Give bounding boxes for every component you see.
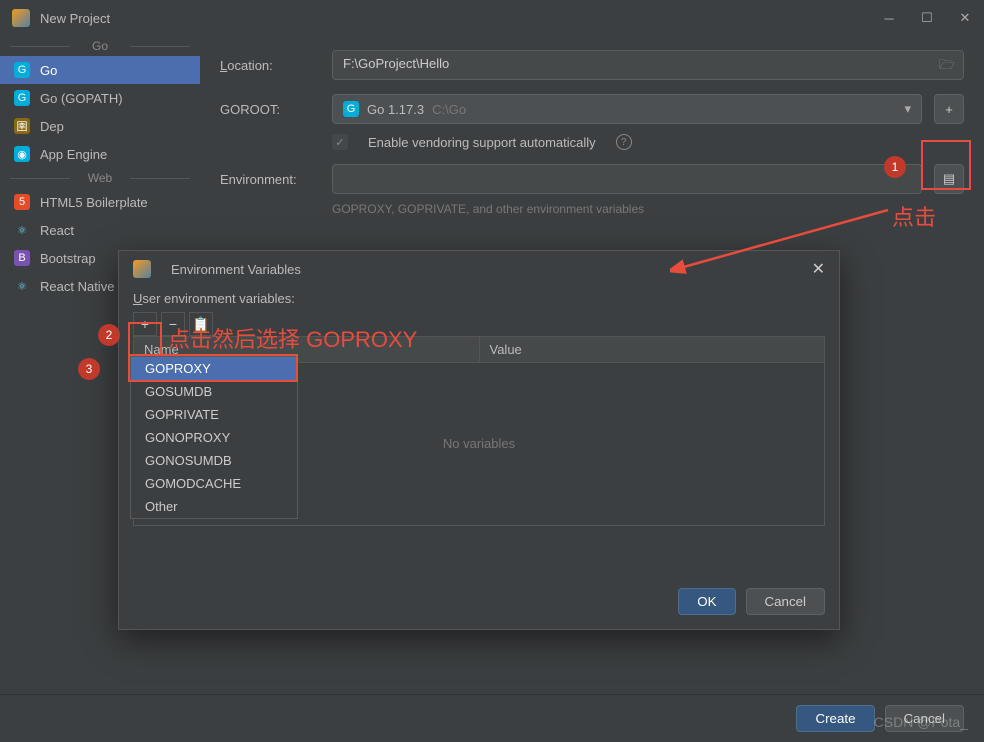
goroot-label: GOROOT:: [220, 102, 320, 117]
folder-icon[interactable]: 🗁: [939, 56, 955, 78]
sidebar-item-label: React: [40, 223, 74, 238]
environment-label: Environment:: [220, 172, 320, 187]
annotation-arrow: [670, 198, 910, 278]
bootstrap-icon: B: [14, 250, 30, 266]
goroot-dropdown[interactable]: G Go 1.17.3 C:\Go: [332, 94, 922, 124]
annotation-text-1: 点击: [892, 200, 936, 232]
sidebar-item-go[interactable]: G Go: [0, 56, 200, 84]
help-icon[interactable]: ?: [616, 134, 632, 150]
popup-item-gosumdb[interactable]: GOSUMDB: [131, 380, 297, 403]
sidebar-item-html5[interactable]: 5 HTML5 Boilerplate: [0, 188, 200, 216]
badge-1: 1: [884, 156, 906, 178]
maximize-button[interactable]: ☐: [920, 11, 934, 25]
sidebar-item-label: HTML5 Boilerplate: [40, 195, 148, 210]
create-button[interactable]: Create: [796, 705, 874, 732]
go-icon: G: [14, 90, 30, 106]
location-label: Location:: [220, 58, 320, 73]
watermark: CSDN @Pota_: [874, 714, 968, 730]
goroot-value: Go 1.17.3: [367, 102, 424, 117]
popup-item-other[interactable]: Other: [131, 495, 297, 518]
dialog-cancel-button[interactable]: Cancel: [746, 588, 826, 615]
annotation-text-2: 点击然后选择 GOPROXY: [168, 322, 417, 354]
sidebar-item-appengine[interactable]: ◉ App Engine: [0, 140, 200, 168]
sidebar-section-go: Go: [0, 36, 200, 56]
dep-icon: 圉: [14, 118, 30, 134]
location-value: F:\GoProject\Hello: [343, 56, 449, 71]
popup-item-goproxy[interactable]: GOPROXY: [131, 357, 297, 380]
react-icon: ⚛: [14, 278, 30, 294]
add-variable-button[interactable]: +: [133, 312, 157, 336]
go-icon: G: [14, 62, 30, 78]
popup-item-gonoproxy[interactable]: GONOPROXY: [131, 426, 297, 449]
react-icon: ⚛: [14, 222, 30, 238]
badge-2: 2: [98, 324, 120, 346]
sidebar-item-label: Bootstrap: [40, 251, 96, 266]
minimize-button[interactable]: ─: [882, 11, 896, 25]
sidebar-item-label: Dep: [40, 119, 64, 134]
app-icon: [133, 260, 151, 278]
env-variable-popup: GOPROXY GOSUMDB GOPRIVATE GONOPROXY GONO…: [130, 356, 298, 519]
sidebar-item-gopath[interactable]: G Go (GOPATH): [0, 84, 200, 112]
dialog-title: Environment Variables: [171, 262, 301, 277]
footer: Create Cancel: [0, 694, 984, 742]
go-icon: G: [343, 101, 359, 117]
col-value[interactable]: Value: [480, 337, 825, 362]
sidebar-item-label: React Native: [40, 279, 114, 294]
app-icon: [12, 9, 30, 27]
dialog-ok-button[interactable]: OK: [678, 588, 735, 615]
vendoring-checkbox[interactable]: ✓: [332, 134, 348, 150]
html5-icon: 5: [14, 194, 30, 210]
window-title: New Project: [40, 11, 882, 26]
titlebar: New Project ─ ☐ ✕: [0, 0, 984, 36]
environment-browse-button[interactable]: ▤: [934, 164, 964, 194]
popup-item-gomodcache[interactable]: GOMODCACHE: [131, 472, 297, 495]
popup-item-gonosumdb[interactable]: GONOSUMDB: [131, 449, 297, 472]
goroot-path: C:\Go: [432, 102, 466, 117]
add-goroot-button[interactable]: +: [934, 94, 964, 124]
vendoring-label: Enable vendoring support automatically: [368, 135, 596, 150]
sidebar-item-label: Go: [40, 63, 57, 78]
sidebar-item-react[interactable]: ⚛ React: [0, 216, 200, 244]
close-button[interactable]: ✕: [958, 11, 972, 25]
empty-text: No variables: [443, 436, 515, 451]
sidebar-section-web: Web: [0, 168, 200, 188]
sidebar-item-label: Go (GOPATH): [40, 91, 123, 106]
sidebar-item-label: App Engine: [40, 147, 107, 162]
popup-item-goprivate[interactable]: GOPRIVATE: [131, 403, 297, 426]
user-env-label: User environment variables:: [133, 291, 825, 306]
sidebar-item-dep[interactable]: 圉 Dep: [0, 112, 200, 140]
badge-3: 3: [78, 358, 100, 380]
location-input[interactable]: F:\GoProject\Hello 🗁: [332, 50, 964, 80]
environment-input[interactable]: [332, 164, 922, 194]
appengine-icon: ◉: [14, 146, 30, 162]
